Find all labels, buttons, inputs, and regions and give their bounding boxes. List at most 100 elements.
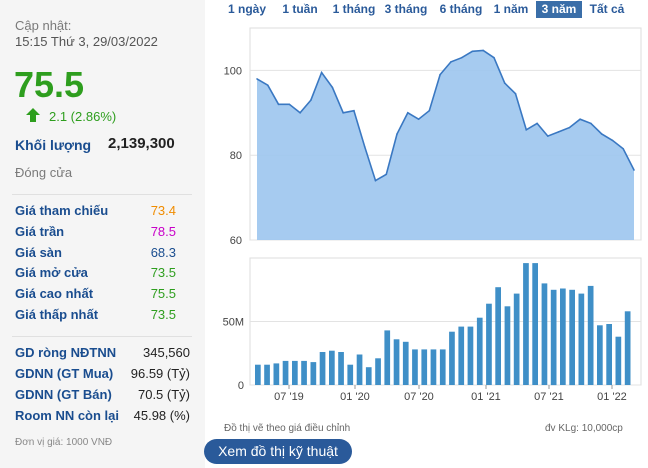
price-point xyxy=(611,139,614,142)
price-point xyxy=(320,71,323,74)
technical-chart-button[interactable]: Xem đồ thị kỹ thuật xyxy=(204,439,352,464)
session-status: Đóng cửa xyxy=(15,165,73,180)
volume-bar xyxy=(430,349,437,385)
volume-bar xyxy=(476,317,483,385)
foreign-row-value: 96.59 (Tỷ) xyxy=(130,366,190,381)
quote-panel: Cập nhật: 15:15 Thứ 3, 29/03/2022 75.5 2… xyxy=(0,0,205,468)
tab-range[interactable]: 6 tháng xyxy=(435,1,487,18)
volume-chart: 0 50M 07 '19 01 '20 07 '20 01 '21 07 '21 01 '22 xyxy=(223,257,642,403)
volume-bar xyxy=(329,350,335,385)
volume-bar xyxy=(264,364,270,385)
foreign-row-value: 70.5 (Tỷ) xyxy=(137,387,190,402)
price-change: 2.1 (2.86%) xyxy=(49,109,117,124)
price-point xyxy=(342,112,344,114)
price-point xyxy=(514,92,517,95)
foreign-row-label: Room NN còn lại xyxy=(15,408,120,423)
volume-bar xyxy=(375,358,381,385)
price-point xyxy=(547,135,549,137)
volume-bar xyxy=(449,331,455,385)
price-point xyxy=(256,78,258,80)
volume-bar xyxy=(421,349,428,385)
updated-time: 15:15 Thứ 3, 29/03/2022 xyxy=(15,34,158,49)
price-point xyxy=(460,56,463,59)
volume-bar xyxy=(513,293,520,385)
price-row-label: Giá cao nhất xyxy=(15,286,94,302)
price-point xyxy=(482,49,485,52)
price-point xyxy=(310,99,312,101)
x-tick-label: 01 '20 xyxy=(340,391,370,403)
price-point xyxy=(557,131,560,133)
volume-bar xyxy=(273,363,280,385)
price-point xyxy=(331,86,334,89)
divider xyxy=(12,194,192,195)
foreign-row-label: GD ròng NĐTNN xyxy=(15,345,117,360)
price-point xyxy=(374,179,377,182)
volume-bar xyxy=(569,289,575,386)
tab-range[interactable]: Tất cả xyxy=(586,1,628,18)
volume-bar xyxy=(402,341,409,385)
volume-bar xyxy=(624,311,631,385)
price-point xyxy=(590,122,592,125)
price-row-value: 73.5 xyxy=(150,265,176,281)
volume-y-tick-label: 50M xyxy=(223,317,244,329)
price-y-tick-label: 80 xyxy=(230,150,242,162)
volume-value: 2,139,300 xyxy=(108,135,175,152)
price-point xyxy=(536,122,538,125)
price-point xyxy=(568,126,571,129)
volume-bar xyxy=(319,352,326,385)
volume-bar xyxy=(578,293,585,385)
foreign-row-value: 45.98 (%) xyxy=(133,408,190,423)
x-tick-label: 07 '19 xyxy=(274,391,304,403)
price-point xyxy=(407,112,409,114)
volume-bar xyxy=(615,336,622,385)
volume-bar xyxy=(550,289,557,386)
price-point xyxy=(417,118,420,120)
volume-bar xyxy=(467,326,474,385)
price-row-value: 73.4 xyxy=(150,203,176,218)
volume-bar xyxy=(292,360,298,385)
updated-label: Cập nhật: xyxy=(15,18,72,33)
price-point xyxy=(353,109,355,112)
volume-y-tick-label: 0 xyxy=(238,380,244,392)
price-point xyxy=(363,145,366,148)
price-row-label: Giá tham chiếu xyxy=(15,203,109,218)
tab-range[interactable]: 1 năm xyxy=(490,1,532,18)
price-point xyxy=(633,169,635,171)
price-point xyxy=(428,109,431,112)
volume-bar xyxy=(606,324,612,385)
price-row-label: Giá trần xyxy=(15,223,65,239)
price-row-label: Giá sàn xyxy=(15,244,62,260)
price-row-value: 73.5 xyxy=(150,307,176,322)
price-row-label: Giá mở cửa xyxy=(15,265,88,281)
chart-note-volume-unit: đv KLg: 10,000cp xyxy=(545,423,623,434)
tab-range[interactable]: 3 năm xyxy=(536,1,582,18)
arrow-up-icon xyxy=(26,108,40,122)
volume-bar xyxy=(541,283,548,385)
price-point xyxy=(385,173,388,176)
price-point xyxy=(579,118,581,120)
tab-range[interactable]: 1 tuần xyxy=(276,1,324,18)
tab-range[interactable]: 1 tháng xyxy=(326,1,382,18)
price-point xyxy=(266,84,269,87)
volume-bar xyxy=(587,285,594,385)
price-y-tick-label: 60 xyxy=(230,235,242,247)
price-point xyxy=(493,56,495,59)
price-point xyxy=(277,103,280,106)
price-point xyxy=(396,133,398,135)
price-y-tick-label: 100 xyxy=(224,65,242,77)
x-tick-label: 01 '22 xyxy=(597,391,627,403)
price-point xyxy=(600,133,603,135)
volume-bar xyxy=(393,339,400,385)
volume-bar xyxy=(356,354,363,385)
x-tick-label: 07 '20 xyxy=(404,391,434,403)
price-point xyxy=(525,128,528,131)
price-row-value: 78.5 xyxy=(150,223,176,239)
tab-range[interactable]: 3 tháng xyxy=(382,1,430,18)
volume-bar xyxy=(504,306,511,385)
volume-bar xyxy=(458,326,465,385)
x-tick-label: 01 '21 xyxy=(471,391,501,403)
tab-range[interactable]: 1 ngày xyxy=(224,1,270,18)
volume-bar xyxy=(412,349,418,385)
volume-bar xyxy=(597,325,603,385)
volume-bar xyxy=(282,360,289,385)
